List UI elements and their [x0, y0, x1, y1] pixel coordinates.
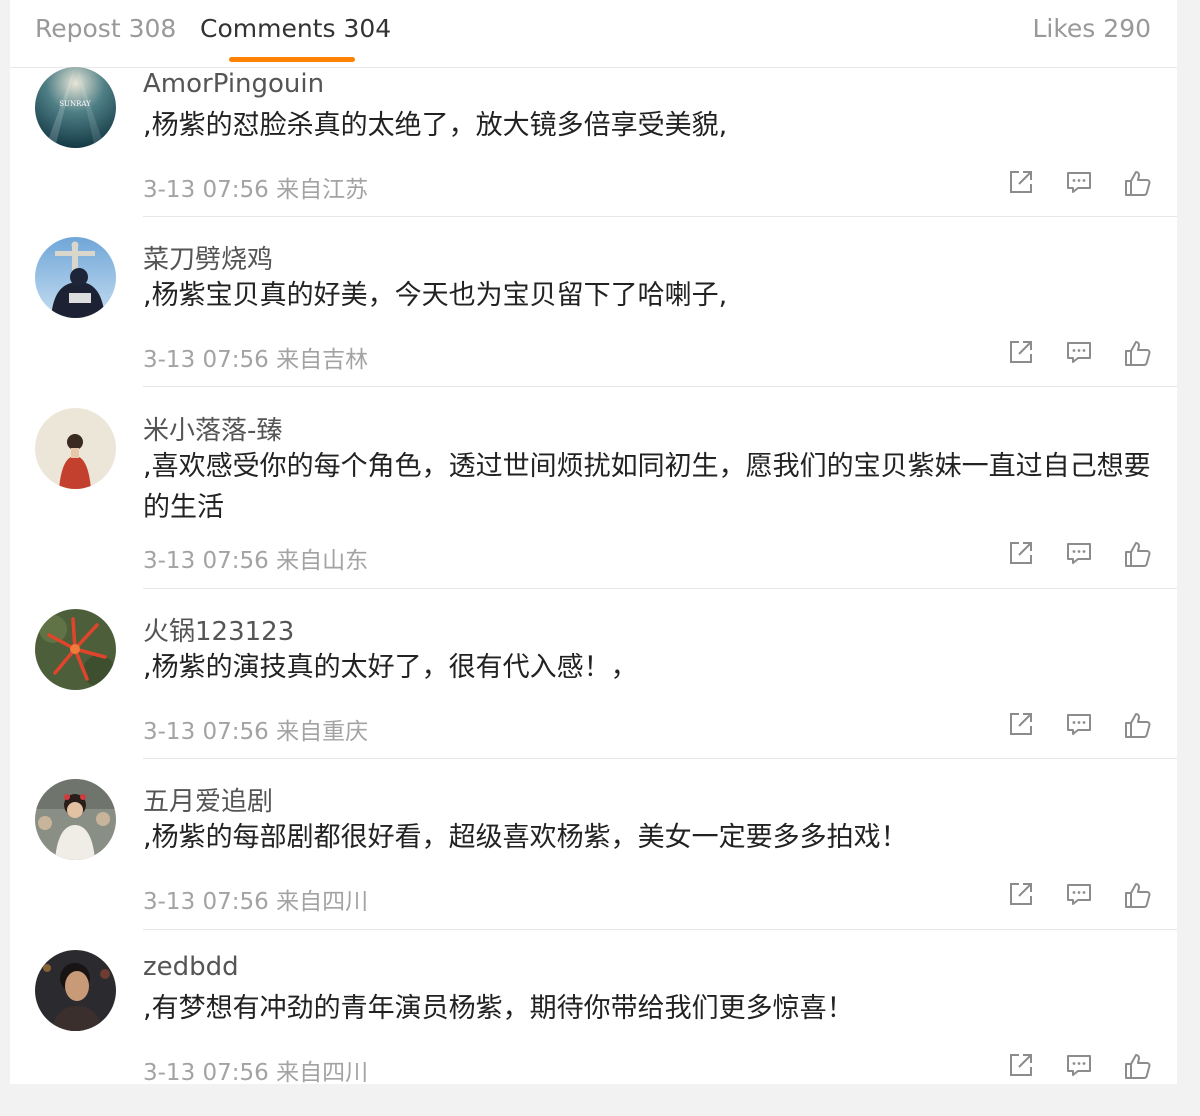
comment-text: ,喜欢感受你的每个角色，透过世间烦扰如同初生，愿我们的宝贝紫妹一直过自己想要的生… — [143, 451, 1151, 523]
comment-username[interactable]: 火锅123123 — [143, 611, 294, 648]
share-icon[interactable] — [1008, 1052, 1036, 1080]
avatar[interactable] — [35, 237, 116, 318]
share-icon[interactable] — [1008, 711, 1036, 739]
comment-text: ,杨紫的怼脸杀真的太绝了，放大镜多倍享受美貌, — [143, 110, 728, 141]
comment-text: ,杨紫的演技真的太好了，很有代入感！， — [143, 652, 638, 683]
divider — [143, 929, 1177, 930]
tab-bar: Repost 308 Comments 304 Likes 290 — [10, 0, 1177, 68]
comment-item: 菜刀劈烧鸡 ,杨紫宝贝真的好美，今天也为宝贝留下了哈喇子, 3-13 07:56… — [10, 237, 1177, 387]
share-icon[interactable] — [1008, 339, 1036, 367]
comment-username[interactable]: 米小落落-臻 — [143, 410, 282, 447]
avatar[interactable] — [35, 950, 116, 1031]
comment-actions — [1008, 339, 1168, 369]
like-icon[interactable] — [1124, 339, 1152, 367]
comment-icon[interactable] — [1066, 881, 1094, 909]
comment-meta: 3-13 07:56 来自江苏 — [143, 177, 369, 203]
comment-text: ,杨紫的每部剧都很好看，超级喜欢杨紫，美女一定要多多拍戏！ — [143, 822, 908, 853]
comment-icon[interactable] — [1066, 1052, 1094, 1080]
comment-meta: 3-13 07:56 来自山东 — [143, 548, 369, 574]
avatar-logo-text: SUNRAY — [59, 100, 91, 108]
comment-meta: 3-13 07:56 来自四川 — [143, 1060, 369, 1084]
comment-text: ,杨紫宝贝真的好美，今天也为宝贝留下了哈喇子, — [143, 280, 728, 311]
comment-username[interactable]: 五月爱追剧 — [143, 781, 273, 818]
like-icon[interactable] — [1124, 540, 1152, 568]
avatar[interactable] — [35, 609, 116, 690]
comment-username[interactable]: zedbdd — [143, 952, 239, 982]
comment-item: zedbdd ,有梦想有冲劲的青年演员杨紫，期待你带给我们更多惊喜！ 3-13 … — [10, 950, 1177, 1084]
divider — [143, 758, 1177, 759]
comment-item: SUNRAY AmorPingouin ,杨紫的怼脸杀真的太绝了，放大镜多倍享受… — [10, 67, 1177, 217]
tab-comments[interactable]: Comments 304 — [200, 14, 391, 43]
share-icon[interactable] — [1008, 540, 1036, 568]
comment-actions — [1008, 1052, 1168, 1082]
comment-meta: 3-13 07:56 来自四川 — [143, 889, 369, 915]
like-icon[interactable] — [1124, 1052, 1152, 1080]
comment-icon[interactable] — [1066, 711, 1094, 739]
like-icon[interactable] — [1124, 711, 1152, 739]
comment-meta: 3-13 07:56 来自吉林 — [143, 347, 369, 373]
comment-icon[interactable] — [1066, 169, 1094, 197]
comment-text: ,有梦想有冲劲的青年演员杨紫，期待你带给我们更多惊喜！ — [143, 993, 854, 1024]
comment-actions — [1008, 540, 1168, 570]
comment-actions — [1008, 711, 1168, 741]
comment-actions — [1008, 881, 1168, 911]
tab-repost[interactable]: Repost 308 — [35, 14, 176, 43]
avatar[interactable]: SUNRAY — [35, 67, 116, 148]
active-tab-indicator — [229, 57, 355, 62]
comments-panel: Repost 308 Comments 304 Likes 290 SUNRAY — [10, 0, 1177, 1084]
comment-icon[interactable] — [1066, 339, 1094, 367]
like-icon[interactable] — [1124, 881, 1152, 909]
comment-username[interactable]: 菜刀劈烧鸡 — [143, 239, 273, 276]
avatar[interactable] — [35, 408, 116, 489]
comment-meta: 3-13 07:56 来自重庆 — [143, 719, 369, 745]
comment-icon[interactable] — [1066, 540, 1094, 568]
avatar[interactable] — [35, 779, 116, 860]
like-icon[interactable] — [1124, 169, 1152, 197]
share-icon[interactable] — [1008, 169, 1036, 197]
comment-username[interactable]: AmorPingouin — [143, 69, 324, 99]
divider — [143, 216, 1177, 217]
comment-item: 火锅123123 ,杨紫的演技真的太好了，很有代入感！， 3-13 07:56 … — [10, 609, 1177, 759]
divider — [143, 386, 1177, 387]
share-icon[interactable] — [1008, 881, 1036, 909]
comment-item: 五月爱追剧 ,杨紫的每部剧都很好看，超级喜欢杨紫，美女一定要多多拍戏！ 3-13… — [10, 779, 1177, 929]
tab-likes[interactable]: Likes 290 — [1032, 14, 1151, 43]
divider — [143, 588, 1177, 589]
comment-item: 米小落落-臻 ,喜欢感受你的每个角色，透过世间烦扰如同初生，愿我们的宝贝紫妹一直… — [10, 408, 1177, 588]
comment-actions — [1008, 169, 1168, 199]
